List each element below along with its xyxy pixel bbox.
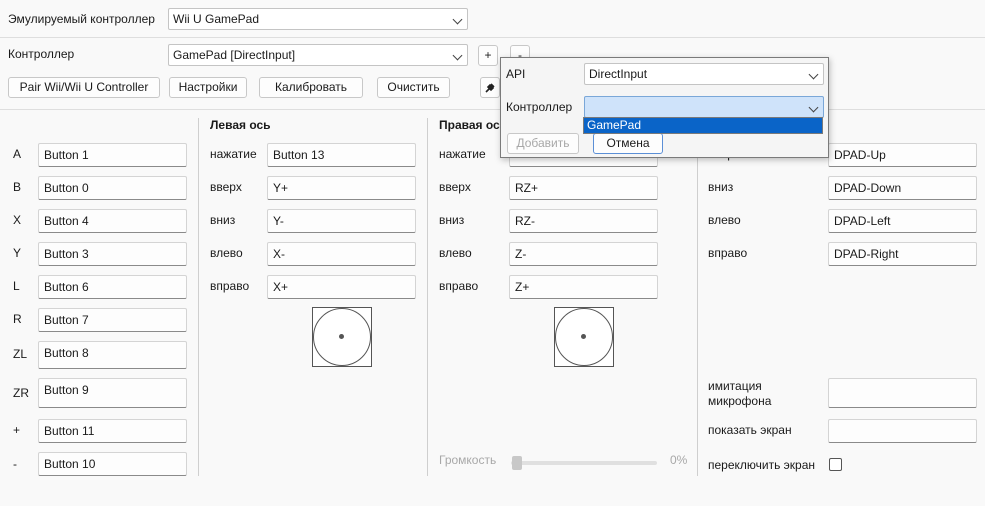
connection-button[interactable] xyxy=(480,77,500,98)
axis-key: вверх xyxy=(210,180,242,194)
pair-controller-button[interactable]: Pair Wii/Wii U Controller xyxy=(8,77,160,98)
left-stick-preview xyxy=(312,307,372,367)
chevron-down-icon xyxy=(452,14,463,25)
volume-slider[interactable] xyxy=(511,456,657,470)
add-controller-button[interactable]: + xyxy=(478,45,498,66)
api-value: DirectInput xyxy=(589,67,648,81)
toggle-screen-label: переключить экран xyxy=(708,458,816,472)
mic-field[interactable] xyxy=(828,378,977,408)
mapping-key: R xyxy=(13,312,22,326)
dpad-key: влево xyxy=(708,213,741,227)
mapping-field[interactable]: Button 1 xyxy=(38,143,187,167)
mapping-key: ZR xyxy=(13,386,29,400)
axis-key: вправо xyxy=(439,279,479,293)
mapping-key: ZL xyxy=(13,347,28,361)
emulated-controller-label: Эмулируемый контроллер xyxy=(8,12,155,26)
toggle-screen-checkbox[interactable] xyxy=(829,458,842,471)
emulated-controller-select[interactable]: Wii U GamePad xyxy=(168,8,468,30)
axis-field[interactable]: X- xyxy=(267,242,416,266)
controller-select[interactable]: GamePad [DirectInput] xyxy=(168,44,468,66)
axis-field[interactable]: Y+ xyxy=(267,176,416,200)
mapping-key: B xyxy=(13,180,22,194)
mapping-key: Y xyxy=(13,246,22,260)
api-label: API xyxy=(506,67,526,81)
mapping-field[interactable]: Button 3 xyxy=(38,242,187,266)
plug-icon xyxy=(485,83,495,93)
mapping-field[interactable]: Button 6 xyxy=(38,275,187,299)
column-divider xyxy=(427,118,428,476)
mapping-key: + xyxy=(13,423,21,437)
axis-key: вправо xyxy=(210,279,250,293)
controller-value: GamePad [DirectInput] xyxy=(173,48,296,62)
dpad-field[interactable]: DPAD-Right xyxy=(828,242,977,266)
chevron-down-icon xyxy=(452,50,463,61)
axis-key: вверх xyxy=(439,180,471,194)
mapping-field[interactable]: Button 0 xyxy=(38,176,187,200)
add-button[interactable]: Добавить xyxy=(507,133,579,154)
column-divider xyxy=(697,118,698,476)
axis-field[interactable]: Z+ xyxy=(509,275,658,299)
axis-field[interactable]: X+ xyxy=(267,275,416,299)
axis-key: влево xyxy=(210,246,243,260)
content-separator xyxy=(0,109,985,110)
dialog-controller-select[interactable] xyxy=(584,96,824,118)
axis-key: нажатие xyxy=(210,147,257,161)
controller-label: Контроллер xyxy=(8,47,75,61)
mapping-field[interactable]: Button 7 xyxy=(38,308,187,332)
volume-track xyxy=(511,461,657,465)
axis-key: нажатие xyxy=(439,147,486,161)
mapping-key: - xyxy=(13,457,17,471)
show-screen-field[interactable] xyxy=(828,419,977,443)
dropdown-option-gamepad[interactable]: GamePad xyxy=(584,118,822,133)
mapping-key: A xyxy=(13,147,22,161)
mapping-field[interactable]: Button 11 xyxy=(38,419,187,443)
chevron-down-icon xyxy=(808,69,819,80)
axis-field[interactable]: Y- xyxy=(267,209,416,233)
top-separator xyxy=(0,37,985,38)
stick-position-dot xyxy=(581,334,586,339)
stick-position-dot xyxy=(339,334,344,339)
axis-field[interactable]: RZ- xyxy=(509,209,658,233)
chevron-down-icon xyxy=(808,102,819,113)
axis-key: влево xyxy=(439,246,472,260)
clear-button[interactable]: Очистить xyxy=(377,77,450,98)
dpad-field[interactable]: DPAD-Left xyxy=(828,209,977,233)
volume-label: Громкость xyxy=(439,453,497,467)
show-screen-label: показать экран xyxy=(708,423,792,437)
mapping-field[interactable]: Button 10 xyxy=(38,452,187,476)
right-stick-preview xyxy=(554,307,614,367)
mic-label: имитация микрофона xyxy=(708,379,772,408)
mapping-field[interactable]: Button 8 xyxy=(38,341,187,369)
dpad-key: вниз xyxy=(708,180,734,194)
calibrate-button[interactable]: Калибровать xyxy=(259,77,363,98)
axis-field[interactable]: RZ+ xyxy=(509,176,658,200)
axis-field[interactable]: Button 13 xyxy=(267,143,416,167)
mapping-key: X xyxy=(13,213,22,227)
settings-button[interactable]: Настройки xyxy=(169,77,247,98)
controller-dropdown-list: GamePad xyxy=(583,117,823,134)
axis-key: вниз xyxy=(439,213,465,227)
emulated-controller-value: Wii U GamePad xyxy=(173,12,260,26)
add-controller-dialog: API DirectInput Контроллер Добавить Отме… xyxy=(500,57,829,158)
volume-thumb[interactable] xyxy=(512,456,522,470)
mapping-field[interactable]: Button 9 xyxy=(38,378,187,408)
dpad-key: вправо xyxy=(708,246,748,260)
dpad-field[interactable]: DPAD-Up xyxy=(828,143,977,167)
mapping-key: L xyxy=(13,279,20,293)
mapping-field[interactable]: Button 4 xyxy=(38,209,187,233)
dpad-field[interactable]: DPAD-Down xyxy=(828,176,977,200)
column-divider xyxy=(198,118,199,476)
left-axis-title: Левая ось xyxy=(210,118,271,132)
api-select[interactable]: DirectInput xyxy=(584,63,824,85)
cancel-button[interactable]: Отмена xyxy=(593,133,663,154)
dialog-controller-label: Контроллер xyxy=(506,100,573,114)
right-axis-title: Правая ось xyxy=(439,118,508,132)
axis-key: вниз xyxy=(210,213,236,227)
axis-field[interactable]: Z- xyxy=(509,242,658,266)
volume-value: 0% xyxy=(670,453,688,467)
